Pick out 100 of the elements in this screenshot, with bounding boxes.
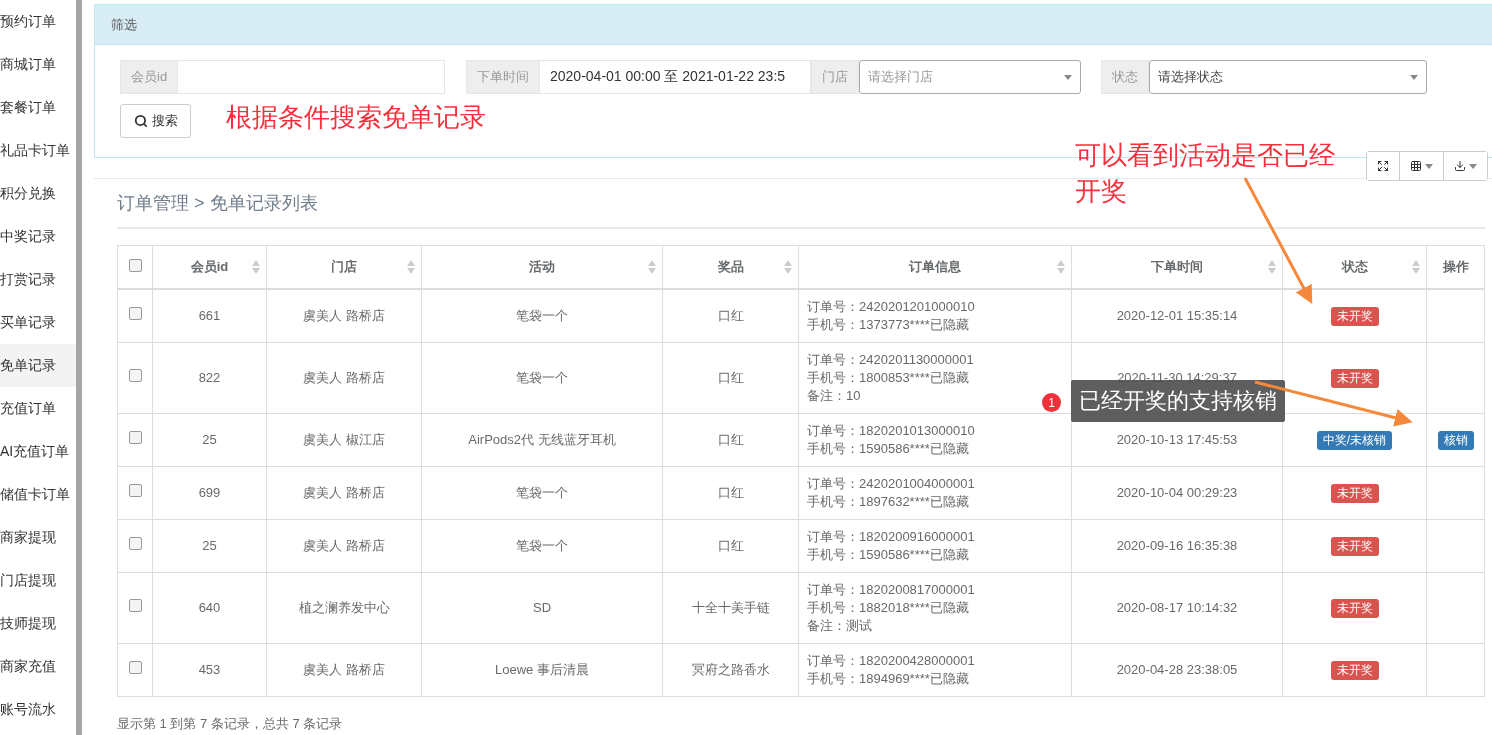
order-info-line: 手机号：1590586****已隐藏	[807, 546, 969, 564]
table-cell: 661	[198, 308, 221, 323]
callout-tooltip: 已经开奖的支持核销	[1071, 380, 1285, 422]
order-info-line: 备注：10	[807, 387, 861, 405]
sidebar-item[interactable]: 免单记录	[0, 344, 76, 387]
order-info-line: 手机号：1894969****已隐藏	[807, 670, 969, 688]
table-cell: 虞美人 路桥店	[303, 485, 385, 500]
table-cell: 虞美人 椒江店	[303, 432, 385, 447]
table-cell: 口红	[717, 485, 744, 500]
table-cell: 822	[198, 370, 221, 385]
caret-icon	[1410, 74, 1418, 80]
field-label: 门店	[811, 60, 859, 94]
sidebar-item[interactable]: 商家提现	[0, 516, 76, 559]
sidebar-item[interactable]: 中奖记录	[0, 215, 76, 258]
table-cell: 笔袋一个	[516, 538, 568, 553]
verify-button[interactable]: 核销	[1437, 430, 1474, 450]
sidebar-item[interactable]: 积分兑换	[0, 172, 76, 215]
status-badge: 未开奖	[1330, 368, 1379, 388]
column-header: 会员id	[190, 259, 229, 274]
table-cell: SD	[532, 600, 552, 615]
column-header: 门店	[331, 259, 357, 274]
checkbox[interactable]	[128, 259, 142, 272]
table-cell: 2020-12-01 15:35:14	[1116, 308, 1238, 323]
sidebar-item[interactable]: 储值卡订单	[0, 473, 76, 516]
sort-icon[interactable]	[1412, 260, 1420, 274]
caret-icon	[1425, 163, 1433, 169]
sidebar-item[interactable]: 预约订单	[0, 0, 76, 43]
sidebar-item[interactable]: 门店提现	[0, 559, 76, 602]
order-info-line: 手机号：1373773****已隐藏	[807, 316, 969, 334]
panel-title: 筛选	[95, 5, 1492, 45]
table-cell: 口红	[717, 308, 744, 323]
sort-icon[interactable]	[252, 260, 260, 274]
table-cell: Loewe 事后清晨	[495, 662, 589, 677]
order-info-line: 手机号：1590586****已隐藏	[807, 440, 969, 458]
sidebar-item[interactable]: AI充值订单	[0, 430, 76, 473]
table-cell: 2020-04-28 23:38:05	[1116, 662, 1238, 677]
checkbox[interactable]	[128, 369, 142, 382]
input-field[interactable]: 2020-04-01 00:00 至 2021-01-22 23:5	[540, 60, 811, 94]
table-cell: 虞美人 路桥店	[303, 370, 385, 385]
search-button[interactable]: 搜索	[120, 104, 191, 138]
table-cell: 笔袋一个	[516, 308, 568, 323]
sort-icon[interactable]	[1057, 260, 1065, 274]
table-cell: 2020-08-17 10:14:32	[1116, 600, 1238, 615]
table-cell: 2020-10-13 17:45:53	[1116, 432, 1238, 447]
download-icon	[1454, 160, 1466, 172]
status-badge: 未开奖	[1330, 306, 1379, 326]
field-label: 会员id	[120, 60, 179, 94]
table-cell: 2020-09-16 16:35:38	[1116, 538, 1238, 553]
table-cell: 25	[202, 538, 217, 553]
checkbox[interactable]	[128, 599, 142, 612]
table-cell: AirPods2代 无线蓝牙耳机	[468, 432, 616, 447]
sidebar-item[interactable]: 商家充值	[0, 645, 76, 688]
order-info-line: 订单号：1820201013000010	[807, 422, 975, 440]
expand-icon	[1377, 160, 1389, 172]
status-badge: 未开奖	[1330, 660, 1379, 680]
field-label: 下单时间	[466, 60, 540, 94]
checkbox[interactable]	[128, 537, 142, 550]
order-info-line: 订单号：2420201201000010	[807, 298, 975, 316]
checkbox[interactable]	[128, 431, 142, 444]
status-badge: 未开奖	[1330, 536, 1379, 556]
grid-icon	[1410, 160, 1422, 172]
sort-icon[interactable]	[784, 260, 792, 274]
select-field[interactable]: 请选择状态	[1149, 60, 1427, 94]
sort-icon[interactable]	[407, 260, 415, 274]
table-cell: 植之澜养发中心	[298, 600, 390, 615]
field-label: 状态	[1101, 60, 1149, 94]
order-info-line: 手机号：1882018****已隐藏	[807, 599, 969, 617]
input-field[interactable]	[178, 60, 445, 94]
order-info-line: 手机号：1800853****已隐藏	[807, 369, 969, 387]
table-cell: 25	[202, 432, 217, 447]
table-cell: 口红	[717, 538, 744, 553]
scrollbar[interactable]	[76, 0, 82, 735]
table-cell: 453	[198, 662, 221, 677]
table-cell: 十全十美手链	[691, 600, 770, 615]
order-info-line: 备注：测试	[807, 617, 872, 635]
sidebar-item[interactable]: 充值订单	[0, 387, 76, 430]
checkbox[interactable]	[128, 307, 142, 320]
status-badge: 中奖/未核销	[1316, 430, 1393, 450]
table-cell: 笔袋一个	[516, 485, 568, 500]
order-info-line: 订单号：1820200428000001	[807, 652, 975, 670]
sidebar-item[interactable]: 买单记录	[0, 301, 76, 344]
search-icon	[133, 114, 148, 128]
table-cell: 口红	[717, 370, 744, 385]
sort-icon[interactable]	[1268, 260, 1276, 274]
checkbox[interactable]	[128, 484, 142, 497]
status-badge: 未开奖	[1330, 483, 1379, 503]
caret-icon	[1469, 163, 1477, 169]
column-header: 状态	[1341, 259, 1368, 274]
sidebar-item[interactable]: 套餐订单	[0, 86, 76, 129]
sidebar-item[interactable]: 账号流水	[0, 688, 76, 731]
sort-icon[interactable]	[648, 260, 656, 274]
column-header: 活动	[529, 259, 555, 274]
sidebar-item[interactable]: 礼品卡订单	[0, 129, 76, 172]
sidebar-item[interactable]: 商城订单	[0, 43, 76, 86]
sidebar-item[interactable]: 技师提现	[0, 602, 76, 645]
table-cell: 冥府之路香水	[691, 662, 770, 677]
table-cell: 2020-10-04 00:29:23	[1116, 485, 1238, 500]
checkbox[interactable]	[128, 661, 142, 674]
table-cell: 口红	[717, 432, 744, 447]
sidebar-item[interactable]: 打赏记录	[0, 258, 76, 301]
